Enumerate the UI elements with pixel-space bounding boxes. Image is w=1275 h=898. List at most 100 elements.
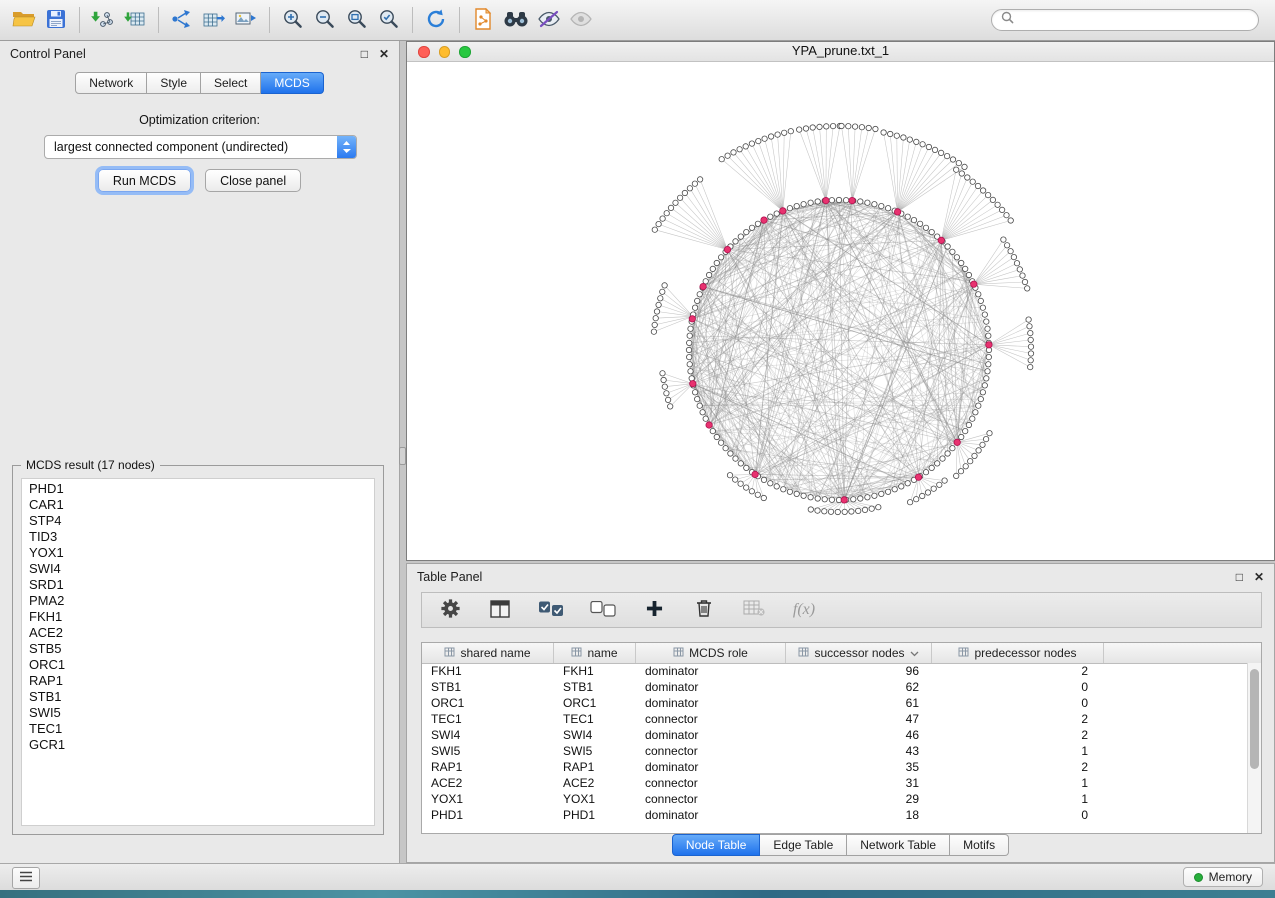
table-row[interactable]: STB1STB1dominator620: [422, 679, 1261, 695]
splitter-handle[interactable]: [399, 447, 406, 465]
mcds-result-title: MCDS result (17 nodes): [21, 458, 160, 472]
mcds-result-item[interactable]: PMA2: [22, 593, 374, 609]
table-cell-filler: [1104, 743, 1261, 759]
control-panel: Control Panel □ ✕ Network Style Select M…: [0, 41, 400, 863]
table-scrollbar[interactable]: [1247, 663, 1261, 833]
close-panel-button[interactable]: Close panel: [205, 169, 301, 192]
tab-mcds[interactable]: MCDS: [261, 72, 323, 94]
sort-icon: [958, 646, 969, 660]
close-window-icon[interactable]: [418, 46, 430, 58]
table-row[interactable]: SWI4SWI4dominator462: [422, 727, 1261, 743]
main-toolbar: [0, 0, 1275, 41]
mcds-buttons-row: Run MCDS Close panel: [0, 169, 399, 192]
open-file-button[interactable]: [8, 4, 40, 36]
refresh-layout-button[interactable]: [420, 4, 452, 36]
close-table-panel-icon[interactable]: ✕: [1254, 571, 1264, 583]
mcds-result-item[interactable]: TEC1: [22, 721, 374, 737]
function-builder-button[interactable]: f(x): [788, 594, 820, 626]
tab-node-table[interactable]: Node Table: [672, 834, 761, 856]
tab-select[interactable]: Select: [201, 72, 261, 94]
save-session-button[interactable]: [40, 4, 72, 36]
float-table-panel-icon[interactable]: □: [1236, 571, 1243, 583]
chevron-down-icon[interactable]: [910, 646, 919, 660]
mcds-result-item[interactable]: SRD1: [22, 577, 374, 593]
table-cell: 43: [786, 743, 932, 759]
tab-edge-table[interactable]: Edge Table: [760, 834, 847, 856]
tab-style[interactable]: Style: [147, 72, 201, 94]
mcds-result-item[interactable]: YOX1: [22, 545, 374, 561]
table-cell: RAP1: [554, 759, 636, 775]
criterion-dropdown[interactable]: largest connected component (undirected): [44, 135, 357, 159]
mcds-result-item[interactable]: FKH1: [22, 609, 374, 625]
mcds-result-item[interactable]: ORC1: [22, 657, 374, 673]
column-header-name[interactable]: name: [554, 643, 636, 663]
tab-network[interactable]: Network: [75, 72, 147, 94]
table-row[interactable]: SWI5SWI5connector431: [422, 743, 1261, 759]
zoom-selected-button[interactable]: [373, 4, 405, 36]
close-panel-icon[interactable]: ✕: [379, 48, 389, 60]
mcds-result-item[interactable]: RAP1: [22, 673, 374, 689]
control-panel-title: Control Panel: [10, 47, 86, 61]
network-view-titlebar[interactable]: YPA_prune.txt_1: [407, 42, 1274, 62]
mcds-result-list[interactable]: PHD1CAR1STP4TID3YOX1SWI4SRD1PMA2FKH1ACE2…: [21, 478, 375, 826]
export-network-button[interactable]: [166, 4, 198, 36]
export-image-button[interactable]: [230, 4, 262, 36]
destroy-table-button[interactable]: [738, 594, 770, 626]
column-header-predecessor-nodes[interactable]: predecessor nodes: [932, 643, 1104, 663]
column-header-successor-nodes[interactable]: successor nodes: [786, 643, 932, 663]
table-row[interactable]: FKH1FKH1dominator962: [422, 663, 1261, 679]
export-table-icon: [202, 9, 226, 32]
style-visibility-button[interactable]: [533, 4, 565, 36]
export-table-button[interactable]: [198, 4, 230, 36]
select-all-rows-button[interactable]: [534, 594, 568, 626]
minimize-window-icon[interactable]: [439, 46, 451, 58]
table-row[interactable]: RAP1RAP1dominator352: [422, 759, 1261, 775]
table-cell: 18: [786, 807, 932, 823]
table-row[interactable]: PHD1PHD1dominator180: [422, 807, 1261, 823]
float-panel-icon[interactable]: □: [361, 48, 368, 60]
mcds-result-item[interactable]: CAR1: [22, 497, 374, 513]
search-box[interactable]: [991, 9, 1259, 31]
mcds-result-item[interactable]: STP4: [22, 513, 374, 529]
mcds-result-item[interactable]: TID3: [22, 529, 374, 545]
table-cell: dominator: [636, 663, 786, 679]
table-row[interactable]: YOX1YOX1connector291: [422, 791, 1261, 807]
delete-column-button[interactable]: [688, 594, 720, 626]
column-header-shared-name[interactable]: shared name: [422, 643, 554, 663]
column-header-mcds-role[interactable]: MCDS role: [636, 643, 786, 663]
mcds-result-item[interactable]: STB5: [22, 641, 374, 657]
memory-button[interactable]: Memory: [1183, 867, 1263, 887]
tab-motifs[interactable]: Motifs: [950, 834, 1009, 856]
zoom-fit-button[interactable]: [341, 4, 373, 36]
find-neighbors-button[interactable]: [499, 4, 533, 36]
table-row[interactable]: ORC1ORC1dominator610: [422, 695, 1261, 711]
hide-elements-button[interactable]: [565, 4, 597, 36]
table-row[interactable]: ACE2ACE2connector311: [422, 775, 1261, 791]
search-input[interactable]: [1019, 12, 1249, 28]
deselect-all-rows-button[interactable]: [586, 594, 620, 626]
zoom-in-button[interactable]: [277, 4, 309, 36]
maximize-window-icon[interactable]: [459, 46, 471, 58]
network-canvas[interactable]: [407, 62, 1274, 561]
show-columns-button[interactable]: [484, 594, 516, 626]
zoom-out-button[interactable]: [309, 4, 341, 36]
tab-network-table[interactable]: Network Table: [847, 834, 950, 856]
import-table-button[interactable]: [119, 4, 151, 36]
mcds-result-item[interactable]: SWI4: [22, 561, 374, 577]
network-view-panel: YPA_prune.txt_1: [406, 41, 1275, 561]
share-document-button[interactable]: [467, 4, 499, 36]
run-mcds-button[interactable]: Run MCDS: [98, 169, 191, 192]
table-settings-button[interactable]: [434, 594, 466, 626]
scrollbar-thumb[interactable]: [1250, 669, 1259, 769]
table-row[interactable]: TEC1TEC1connector472: [422, 711, 1261, 727]
open-folder-icon: [12, 9, 36, 32]
mcds-result-item[interactable]: ACE2: [22, 625, 374, 641]
log-console-button[interactable]: [12, 867, 40, 889]
floppy-disk-icon: [46, 9, 66, 32]
mcds-result-item[interactable]: STB1: [22, 689, 374, 705]
mcds-result-item[interactable]: SWI5: [22, 705, 374, 721]
mcds-result-item[interactable]: GCR1: [22, 737, 374, 753]
mcds-result-item[interactable]: PHD1: [22, 481, 374, 497]
add-column-button[interactable]: [638, 594, 670, 626]
import-network-button[interactable]: [87, 4, 119, 36]
